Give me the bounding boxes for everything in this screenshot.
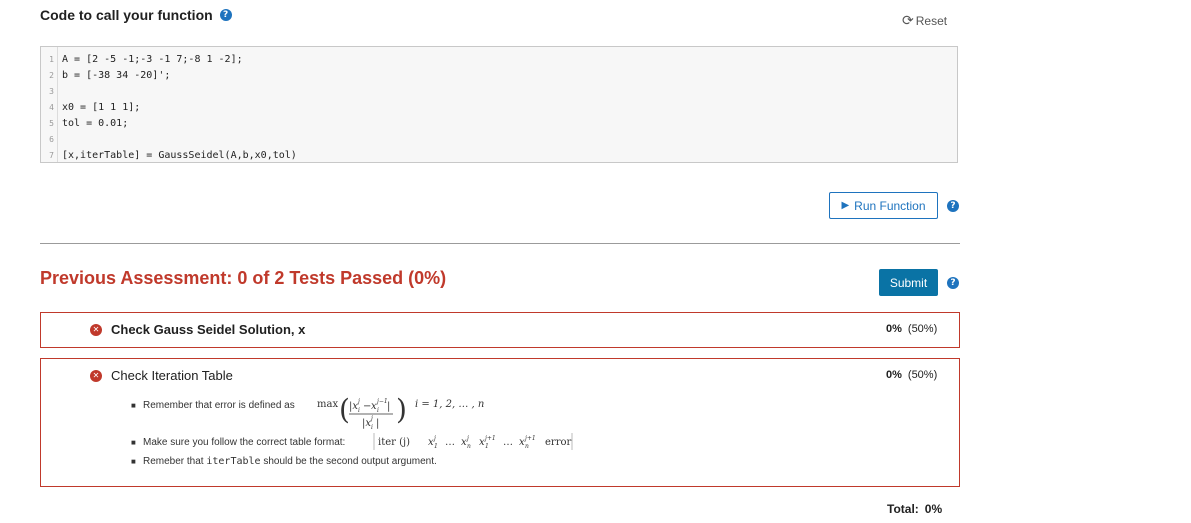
test-score: 0% (50%): [886, 369, 937, 381]
svg-text:i: i: [371, 424, 373, 431]
math-max: max: [317, 399, 339, 410]
test-result[interactable]: ✕ Check Gauss Seidel Solution, x 0% (50%): [40, 312, 960, 348]
note-text: Remember that error is defined as: [143, 400, 295, 411]
svg-text:|x: |x: [362, 418, 371, 429]
svg-text:i: i: [358, 407, 360, 414]
rotate-icon: ⟳: [902, 13, 914, 29]
test-name: ✕ Check Gauss Seidel Solution, x: [90, 322, 305, 337]
code-line: 5 tol = 0.01;: [49, 118, 129, 129]
svg-text:n: n: [467, 443, 471, 450]
test-name-text: Check Gauss Seidel Solution, x: [111, 322, 306, 337]
svg-text:j+1: j+1: [523, 435, 536, 442]
svg-text:j+1: j+1: [483, 435, 496, 442]
total-value: 0%: [924, 502, 943, 516]
help-icon[interactable]: ?: [219, 9, 232, 21]
divider: [40, 243, 960, 244]
note-table-format: ■ Make sure you follow the correct table…: [131, 433, 743, 454]
note-text: Remeber that iterTable should be the sec…: [143, 456, 437, 467]
run-function-label: Run Function: [854, 198, 926, 213]
submit-label: Submit: [889, 275, 928, 290]
total-label: Total:: [887, 502, 919, 516]
x-circle-icon: ✕: [90, 369, 102, 382]
svg-text:iter (j): iter (j): [378, 437, 410, 448]
svg-text:|x: |x: [349, 401, 358, 412]
section-title: Code to call your function ?: [40, 7, 232, 23]
code-editor[interactable]: 1A = [2 -5 -1;-3 -1 7;-8 1 -2]; 2b = [-3…: [40, 46, 958, 163]
test-name: ✕ Check Iteration Table: [90, 368, 233, 383]
svg-text:): ): [396, 395, 407, 426]
play-icon: ▶: [841, 200, 850, 211]
code-line: 7 [x,iterTable] = GaussSeidel(A,b,x0,tol): [49, 150, 297, 161]
test-name-text: Check Iteration Table: [111, 368, 233, 383]
svg-text:|: |: [387, 401, 390, 412]
run-function-button[interactable]: ▶ Run Function: [829, 192, 938, 219]
svg-text:1: 1: [434, 443, 438, 450]
svg-text:j−1: j−1: [375, 398, 388, 405]
score-value: 0%: [886, 369, 902, 381]
code-line: 6: [49, 135, 54, 144]
score-weight: (50%): [907, 369, 938, 381]
code-line: 4 x0 = [1 1 1];: [49, 102, 141, 113]
total-score: Total: 0%: [887, 502, 942, 516]
reset-label: Reset: [915, 14, 948, 28]
math-range: i = 1, 2, … , n: [415, 399, 485, 410]
run-help-icon[interactable]: ?: [947, 200, 959, 212]
svg-text:|: |: [376, 418, 379, 429]
note-error-definition: ■ Remember that error is defined as max …: [131, 395, 485, 431]
score-value: 0%: [886, 323, 902, 335]
code-line: 3: [49, 87, 54, 96]
code-line: 1A = [2 -5 -1;-3 -1 7;-8 1 -2];: [49, 54, 243, 65]
submit-help-icon[interactable]: ?: [947, 277, 959, 289]
reset-button[interactable]: ⟳ Reset: [902, 13, 947, 29]
svg-text:n: n: [525, 443, 529, 450]
svg-text:…: …: [445, 437, 455, 448]
code-inline: iterTable: [206, 456, 261, 467]
svg-text:error: error: [545, 437, 571, 448]
svg-text:1: 1: [485, 443, 489, 450]
test-result[interactable]: ✕ Check Iteration Table 0% (50%) ■ Rememb…: [40, 358, 960, 487]
submit-button[interactable]: Submit: [879, 269, 938, 296]
x-circle-icon: ✕: [90, 323, 102, 336]
section-title-text: Code to call your function: [40, 7, 213, 23]
table-format-formula: iter (j) x j 1 … x j n x j+1 1 … x j+1 n…: [373, 433, 573, 450]
note-text: Make sure you follow the correct table f…: [143, 437, 346, 448]
svg-text:…: …: [503, 437, 513, 448]
note-second-output: ■ Remeber that iterTable should be the s…: [131, 456, 437, 467]
test-score: 0% (50%): [886, 323, 937, 335]
svg-text:i: i: [377, 407, 379, 414]
score-weight: (50%): [907, 323, 938, 335]
code-line: 2b = [-38 34 -20]';: [49, 70, 171, 81]
error-formula: ( |x j i − x j−1 i | |x j i | ): [339, 395, 407, 431]
assessment-title: Previous Assessment: 0 of 2 Tests Passed…: [40, 268, 447, 288]
